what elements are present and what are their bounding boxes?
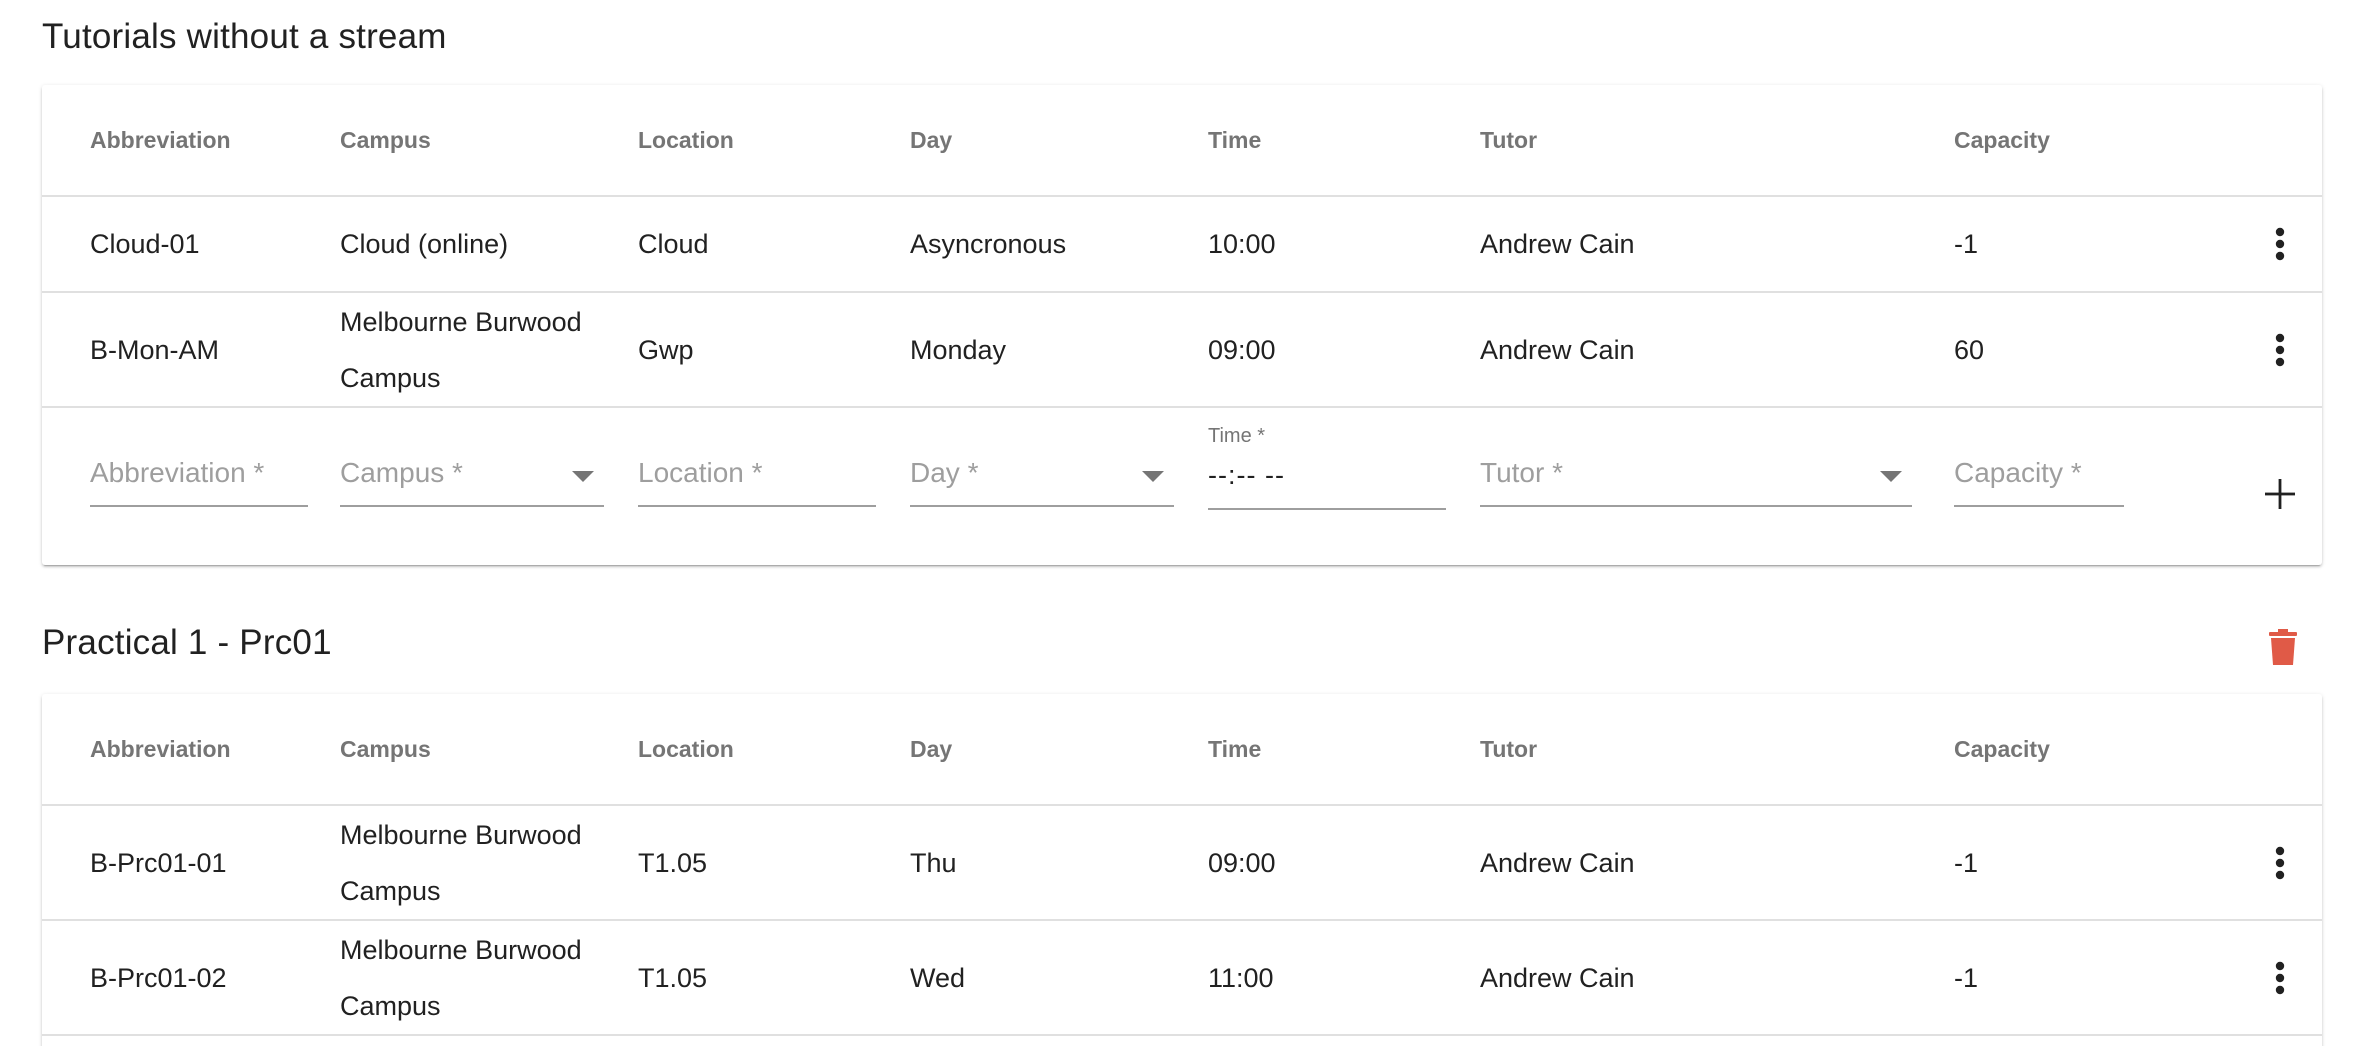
table-header-row: Abbreviation Campus Location Day Time Tu…	[42, 694, 2322, 806]
more-vert-icon	[2275, 846, 2285, 879]
cell-abbreviation: B-Prc01-02	[90, 962, 227, 993]
abbreviation-placeholder: Abbreviation *	[90, 457, 265, 488]
cell-tutor: Andrew Cain	[1480, 847, 1635, 878]
cell-tutor: Andrew Cain	[1480, 962, 1635, 993]
cell-campus: Melbourne Burwood Campus	[340, 934, 582, 1021]
cell-campus: Melbourne Burwood Campus	[340, 306, 582, 393]
header-day: Day	[910, 736, 953, 762]
header-time: Time	[1208, 127, 1262, 153]
practical-table-card: Abbreviation Campus Location Day Time Tu…	[42, 694, 2322, 1046]
header-abbreviation: Abbreviation	[90, 736, 231, 762]
tutorial-page: Tutorials without a stream Abbreviation …	[0, 0, 2362, 1046]
cell-location: T1.05	[638, 847, 708, 878]
cell-day: Thu	[910, 847, 957, 878]
header-capacity: Capacity	[1954, 736, 2050, 762]
tutor-placeholder: Tutor *	[1480, 457, 1563, 488]
header-time: Time	[1208, 736, 1262, 762]
day-placeholder: Day *	[910, 457, 979, 488]
header-campus: Campus	[340, 127, 431, 153]
row-menu-button[interactable]	[2260, 330, 2300, 370]
location-placeholder: Location *	[638, 457, 763, 488]
more-vert-icon	[2275, 333, 2285, 366]
campus-select[interactable]: Campus *	[340, 408, 604, 565]
time-value: --:-- --	[1208, 460, 1285, 490]
header-tutor: Tutor	[1480, 127, 1538, 153]
table-header-row: Abbreviation Campus Location Day Time Tu…	[42, 85, 2322, 197]
cell-time: 09:00	[1208, 847, 1276, 878]
header-campus: Campus	[340, 736, 431, 762]
cell-abbreviation: B-Mon-AM	[90, 334, 220, 365]
cell-tutor: Andrew Cain	[1480, 334, 1635, 365]
time-input[interactable]: Time * --:-- --	[1208, 408, 1446, 565]
cell-tutor: Andrew Cain	[1480, 229, 1635, 259]
table-row[interactable]: B-Prc01-01 Melbourne Burwood Campus T1.0…	[42, 806, 2322, 921]
header-location: Location	[638, 127, 734, 153]
header-tutor: Tutor	[1480, 736, 1538, 762]
plus-icon	[2265, 479, 2295, 509]
cell-time: 10:00	[1208, 229, 1276, 259]
cell-capacity: -1	[1954, 229, 1979, 259]
row-menu-button[interactable]	[2260, 958, 2300, 998]
cell-location: Cloud	[638, 229, 709, 259]
cell-abbreviation: B-Prc01-01	[90, 847, 227, 878]
tutor-select[interactable]: Tutor *	[1480, 408, 1912, 565]
capacity-placeholder: Capacity *	[1954, 457, 2082, 488]
arrow-drop-down-icon	[572, 471, 594, 482]
cell-capacity: -1	[1954, 847, 1979, 878]
cell-day: Monday	[910, 334, 1007, 365]
cell-day: Wed	[910, 962, 966, 993]
row-menu-button[interactable]	[2260, 224, 2300, 264]
cell-location: T1.05	[638, 962, 708, 993]
more-vert-icon	[2275, 227, 2285, 261]
delete-stream-button[interactable]	[2262, 626, 2304, 668]
location-input[interactable]: Location *	[638, 408, 876, 565]
cell-abbreviation: Cloud-01	[90, 229, 200, 259]
cell-time: 11:00	[1208, 962, 1274, 993]
abbreviation-input[interactable]: Abbreviation *	[90, 408, 308, 565]
arrow-drop-down-icon	[1880, 471, 1902, 482]
tutorials-table-card: Abbreviation Campus Location Day Time Tu…	[42, 85, 2322, 565]
header-abbreviation: Abbreviation	[90, 127, 231, 153]
header-day: Day	[910, 127, 953, 153]
more-vert-icon	[2275, 961, 2285, 994]
section-title-no-stream: Tutorials without a stream	[42, 17, 447, 56]
section-title-practical: Practical 1 - Prc01	[42, 623, 332, 662]
add-tutorial-button[interactable]	[2260, 474, 2300, 514]
arrow-drop-down-icon	[1142, 471, 1164, 482]
header-capacity: Capacity	[1954, 127, 2050, 153]
cell-campus: Cloud (online)	[340, 229, 509, 259]
new-tutorial-form-row: Abbreviation * Campus * Location * Day *…	[42, 408, 2322, 565]
capacity-input[interactable]: Capacity *	[1954, 408, 2124, 565]
table-row[interactable]: B-Mon-AM Melbourne Burwood Campus Gwp Mo…	[42, 293, 2322, 408]
trash-icon	[2269, 629, 2297, 665]
campus-placeholder: Campus *	[340, 457, 463, 488]
table-row[interactable]: B-Prc01-02 Melbourne Burwood Campus T1.0…	[42, 921, 2322, 1036]
day-select[interactable]: Day *	[910, 408, 1174, 565]
cell-capacity: -1	[1954, 962, 1979, 993]
row-menu-button[interactable]	[2260, 843, 2300, 883]
cell-day: Asyncronous	[910, 229, 1067, 259]
time-label: Time *	[1208, 425, 1266, 447]
cell-time: 09:00	[1208, 334, 1276, 365]
cell-campus: Melbourne Burwood Campus	[340, 819, 582, 906]
cell-location: Gwp	[638, 334, 694, 365]
cell-capacity: 60	[1954, 334, 1985, 365]
header-location: Location	[638, 736, 734, 762]
table-row[interactable]: Cloud-01 Cloud (online) Cloud Asyncronou…	[42, 197, 2322, 293]
